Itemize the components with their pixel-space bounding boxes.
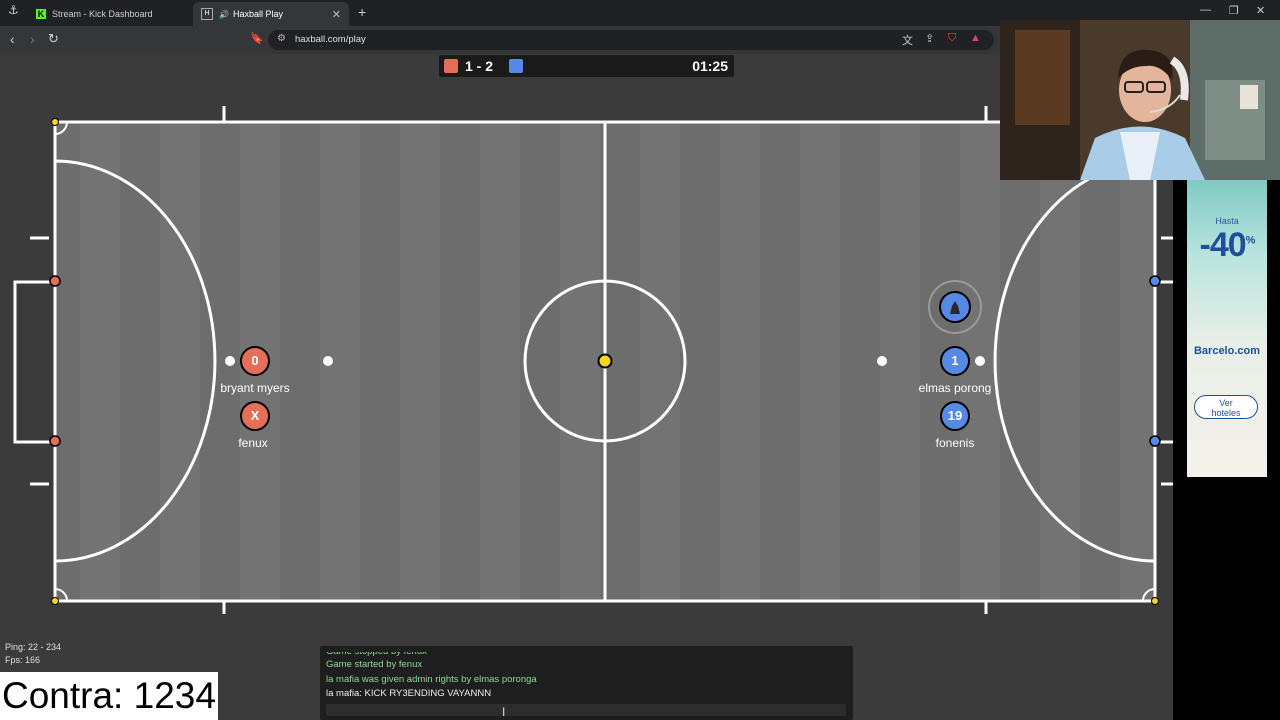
chat-message: la mafia was given admin rights by elmas… xyxy=(326,674,537,685)
close-tab-icon[interactable]: ✕ xyxy=(332,8,341,21)
player-name: fonenis xyxy=(935,436,975,450)
blue-player-disc: 1 xyxy=(940,346,970,376)
close-window-icon[interactable]: ✕ xyxy=(1256,4,1265,17)
tab-haxball-play[interactable]: H 🔊 Haxball Play ✕ xyxy=(193,2,349,26)
chat-input[interactable] xyxy=(326,704,846,716)
reload-icon[interactable]: ↻ xyxy=(48,31,59,47)
address-url: haxball.com/play xyxy=(295,34,366,45)
chat-message: Game started by fenux xyxy=(326,659,423,670)
ball xyxy=(597,353,613,369)
maximize-icon[interactable]: ❐ xyxy=(1229,4,1239,17)
password-overlay: Contra: 1234 xyxy=(0,672,218,720)
red-goal-post xyxy=(49,275,61,287)
kick-favicon-icon: K xyxy=(36,9,46,19)
red-player-disc: 0 xyxy=(240,346,270,376)
webcam-image xyxy=(1000,20,1280,180)
haxball-favicon-icon: H xyxy=(201,8,213,20)
player-name: fenux xyxy=(238,436,268,450)
brave-rewards-icon[interactable]: ▲ xyxy=(970,32,981,44)
left-goal xyxy=(13,280,55,444)
network-stats: Ping: 22 - 234 Fps: 166 xyxy=(5,641,61,667)
new-tab-icon[interactable]: + xyxy=(358,4,366,20)
chat-message: la mafia: KICK RY3ENDING VAYANNN xyxy=(326,688,492,699)
audio-icon[interactable]: 🔊 xyxy=(219,10,229,19)
tab-label: Stream - Kick Dashboard xyxy=(52,9,153,19)
tab-kick-dashboard[interactable]: K Stream - Kick Dashboard xyxy=(28,2,192,26)
blue-team-badge xyxy=(509,59,523,73)
red-player-disc: X xyxy=(240,401,270,431)
corner-marker xyxy=(1151,597,1159,605)
bookmark-icon[interactable]: 🔖 xyxy=(250,32,264,45)
game-field[interactable] xyxy=(0,54,1173,614)
chat-box: Game stopped by fenux Game started by fe… xyxy=(320,646,853,720)
browser-menu-icon[interactable]: ⚓ xyxy=(8,3,19,17)
blue-player-disc: 19 xyxy=(940,401,970,431)
ad-discount: -40% xyxy=(1199,226,1256,264)
kickoff-marker xyxy=(225,356,235,366)
ping-text: Ping: 22 - 234 xyxy=(5,642,62,652)
text-cursor-icon: I xyxy=(502,705,506,719)
ad-hasta-text: Hasta xyxy=(1215,216,1239,226)
player-name: elmas porong xyxy=(918,381,992,395)
ad-brand: Barcelo.com xyxy=(1193,345,1261,357)
fps-text: Fps: 166 xyxy=(5,655,41,665)
blue-goal-post xyxy=(1149,435,1161,447)
brave-shield-icon[interactable]: ⛉ xyxy=(948,32,956,45)
red-team-badge xyxy=(444,59,458,73)
hotel-ad-banner[interactable]: Hasta -40% Barcelo.com Ver hoteles xyxy=(1187,180,1267,477)
red-goal-post xyxy=(49,435,61,447)
score-text: 1 - 2 xyxy=(465,58,494,74)
chat-message: Game stopped by fenux xyxy=(326,646,427,657)
corner-marker xyxy=(51,118,59,126)
corner-marker xyxy=(51,597,59,605)
kickoff-marker xyxy=(323,356,333,366)
scoreboard: 1 - 2 01:25 xyxy=(439,55,734,77)
address-bar[interactable]: ⚙ haxball.com/play xyxy=(268,30,994,50)
forward-icon[interactable]: › xyxy=(30,31,35,47)
kickoff-marker xyxy=(877,356,887,366)
share-icon[interactable]: ⇪ xyxy=(925,32,934,45)
blue-goal-post xyxy=(1149,275,1161,287)
minimize-icon[interactable]: — xyxy=(1200,4,1211,16)
back-icon[interactable]: ‹ xyxy=(10,31,15,47)
site-info-icon[interactable]: ⚙ xyxy=(277,33,286,44)
player-name: bryant myers xyxy=(220,381,290,395)
ad-cta-button[interactable]: Ver hoteles xyxy=(1194,395,1258,419)
webcam-overlay xyxy=(1000,20,1280,180)
translate-icon[interactable]: 文 xyxy=(902,32,913,48)
tab-label: Haxball Play xyxy=(232,9,283,19)
match-clock: 01:25 xyxy=(692,58,728,74)
kickoff-marker xyxy=(975,356,985,366)
